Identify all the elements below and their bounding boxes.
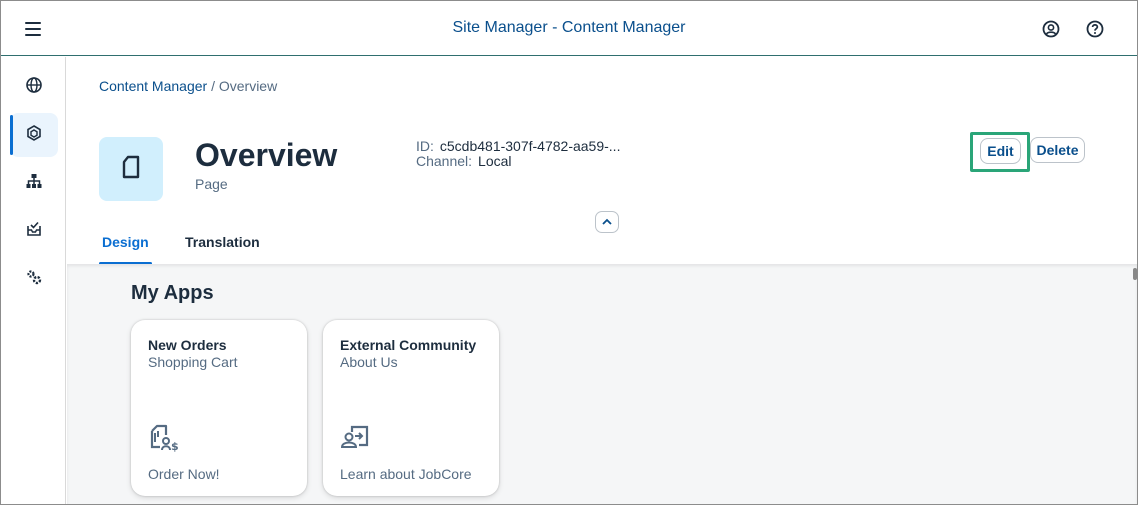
svg-text:$: $	[171, 440, 178, 453]
shell-bar: Site Manager - Content Manager	[1, 1, 1137, 56]
settings-icon	[25, 268, 43, 291]
tile-subtitle: Shopping Cart	[148, 354, 238, 370]
help-icon[interactable]	[1085, 19, 1105, 39]
tab-design[interactable]: Design	[99, 234, 152, 265]
edit-button[interactable]: Edit	[980, 138, 1021, 164]
page-subtitle: Page	[195, 176, 228, 192]
shopping-cart-icon: $	[148, 423, 179, 453]
nav-item-content[interactable]	[10, 113, 58, 157]
page-attributes: ID: c5cdb481-307f-4782-aa59-... Channel: L…	[416, 139, 620, 169]
breadcrumb-current: Overview	[218, 78, 278, 94]
app-tile-new-orders[interactable]: New Orders Shopping Cart $ Order Now!	[131, 320, 307, 496]
tile-subtitle: About Us	[340, 354, 398, 370]
breadcrumb-separator: /	[211, 78, 215, 94]
id-value: c5cdb481-307f-4782-aa59-...	[439, 138, 621, 154]
hierarchy-icon	[25, 172, 43, 195]
delete-button[interactable]: Delete	[1030, 137, 1085, 163]
inbox-icon	[25, 220, 43, 243]
channel-value: Local	[478, 153, 512, 169]
globe-icon	[25, 76, 43, 99]
nav-item-globe[interactable]	[10, 65, 58, 109]
page-icon	[120, 154, 142, 185]
breadcrumb: Content Manager / Overview	[99, 78, 277, 94]
community-icon	[340, 423, 370, 453]
app-title: Site Manager - Content Manager	[452, 19, 686, 36]
channel-label: Channel:	[416, 153, 473, 169]
nav-item-hierarchy[interactable]	[10, 161, 58, 205]
tile-title: New Orders	[148, 337, 227, 353]
tab-translation[interactable]: Translation	[185, 234, 260, 250]
collapse-header-button[interactable]	[595, 211, 619, 233]
content-area: My Apps New Orders Shopping Cart $ Order…	[67, 264, 1137, 504]
tile-title: External Community	[340, 337, 477, 353]
app-tile-external-community[interactable]: External Community About Us Learn about …	[323, 320, 499, 496]
id-label: ID:	[416, 138, 434, 154]
user-icon[interactable]	[1041, 19, 1061, 39]
app-frame: Site Manager - Content Manager Content M…	[0, 0, 1138, 505]
tile-footer: Order Now!	[148, 466, 220, 482]
section-title: My Apps	[131, 282, 214, 304]
chevron-up-icon	[601, 213, 613, 231]
content-icon	[25, 124, 43, 147]
side-navigation	[1, 57, 66, 504]
nav-item-settings[interactable]	[10, 257, 58, 301]
breadcrumb-link-content-manager[interactable]: Content Manager	[99, 78, 207, 94]
nav-item-inbox[interactable]	[10, 209, 58, 253]
page-title: Overview	[195, 137, 338, 173]
object-page-header: Content Manager / Overview Overview Page…	[67, 57, 1137, 265]
scrollbar[interactable]	[1133, 268, 1137, 280]
tile-footer: Learn about JobCore	[340, 466, 472, 482]
page-avatar	[99, 137, 163, 201]
